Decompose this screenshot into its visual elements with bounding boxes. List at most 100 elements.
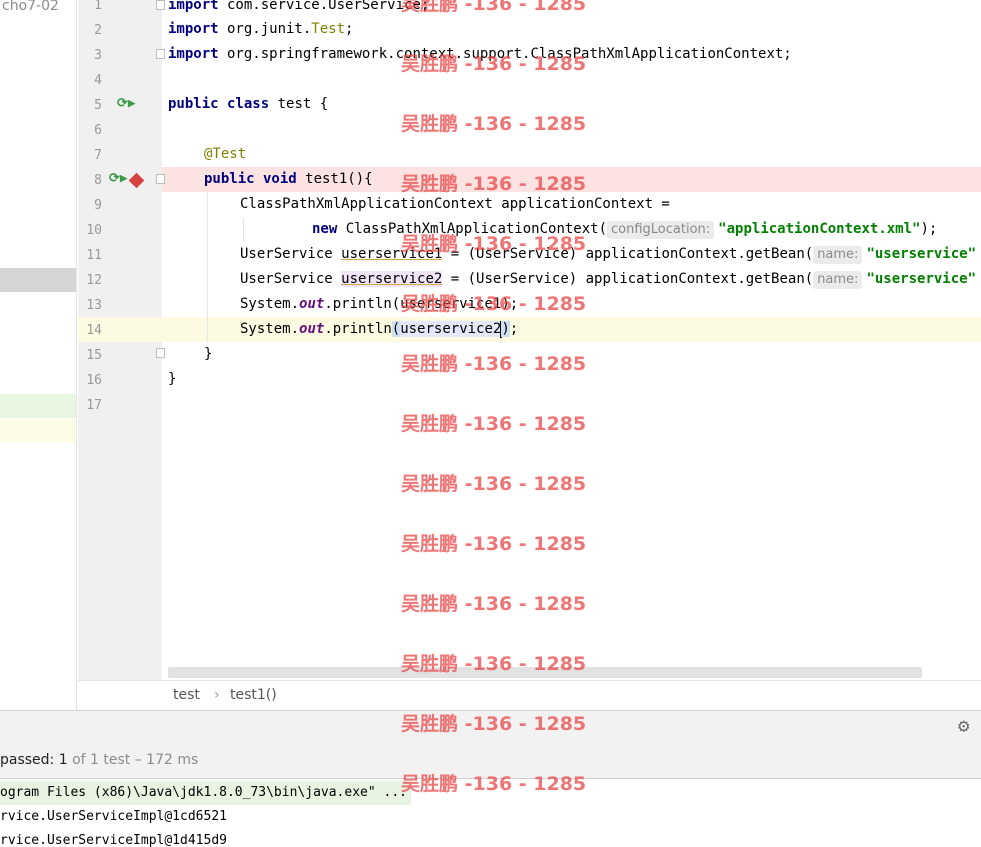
line-number: 15 [86, 348, 102, 363]
line-number: 12 [86, 273, 102, 288]
keyword: public void [204, 171, 297, 187]
code-line-3[interactable]: import org.springframework.context.suppo… [168, 42, 792, 67]
keyword: public class [168, 96, 270, 112]
test-status-detail: of 1 test – 172 ms [67, 752, 199, 768]
line-number: 1 [94, 0, 102, 13]
project-panel: cho7-02 [0, 0, 77, 710]
line-number: 6 [94, 123, 102, 138]
code-text: ); [920, 221, 938, 237]
line-number: 16 [86, 373, 102, 388]
code-text: } [168, 371, 177, 387]
line-number: 9 [94, 198, 102, 213]
console-line: rvice.UserServiceImpl@1cd6521 [0, 809, 227, 824]
code-text: ; [345, 21, 354, 37]
line-number: 11 [86, 248, 102, 263]
code-line-7[interactable]: @Test [204, 142, 246, 167]
code-line-16[interactable]: } [168, 367, 176, 392]
code-text: org.springframework.context.support.Clas… [218, 46, 792, 62]
breadcrumb-separator: › [214, 687, 220, 703]
code-text: .println [324, 321, 392, 337]
code-text: System. [240, 321, 300, 337]
console-line-command: ogram Files (x86)\Java\jdk1.8.0_73\bin\j… [0, 781, 411, 805]
line-number: 13 [86, 298, 102, 313]
run-test-icon[interactable]: ⟳▶ [109, 171, 128, 187]
annotation-text: @Test [204, 146, 247, 162]
project-tree-item[interactable] [0, 394, 76, 418]
line-number: 8 [94, 173, 102, 188]
code-line-12[interactable]: UserService userservice2 = (UserService)… [240, 267, 976, 292]
code-text: UserService [240, 271, 342, 287]
line-number: 2 [94, 23, 102, 38]
project-tree-item-selected[interactable] [0, 268, 76, 292]
line-number: 7 [94, 148, 102, 163]
line-number: 14 [86, 323, 102, 338]
console-output[interactable]: ogram Files (x86)\Java\jdk1.8.0_73\bin\j… [0, 778, 981, 847]
line-number: 10 [86, 223, 102, 238]
keyword: import [168, 46, 219, 62]
variable-name-highlighted: userservice2 [341, 271, 443, 287]
code-text: UserService [240, 246, 342, 262]
annotation-text: Test [311, 21, 346, 37]
fold-icon[interactable] [156, 174, 165, 184]
matched-paren: ) [501, 321, 510, 337]
fold-icon[interactable] [156, 348, 165, 358]
code-text: .println(userservice1); [324, 296, 519, 312]
keyword: import [168, 0, 219, 13]
code-text: System. [240, 296, 300, 312]
code-text: test1(){ [296, 171, 373, 187]
fold-icon[interactable] [156, 49, 165, 59]
horizontal-scrollbar[interactable] [168, 667, 922, 678]
keyword: new [312, 221, 338, 237]
line-number: 5 [94, 98, 102, 113]
current-line-highlight [78, 317, 981, 342]
code-text: com.service.UserService; [218, 0, 430, 13]
code-text: org.junit. [218, 21, 312, 37]
code-text: = (UserService) applicationContext.getBe… [442, 271, 814, 287]
console-line: rvice.UserServiceImpl@1d415d9 [0, 833, 227, 847]
indent-guide [207, 192, 208, 342]
code-line-11[interactable]: UserService userservice1 = (UserService)… [240, 242, 976, 267]
keyword: import [168, 21, 219, 37]
static-field: out [299, 321, 325, 337]
string-literal: "applicationContext.xml" [718, 221, 921, 237]
code-text: } [204, 346, 213, 362]
variable-name: userservice1 [341, 246, 443, 262]
code-text: ClassPathXmlApplicationContext applicati… [240, 196, 670, 212]
project-name[interactable]: cho7-02 [2, 0, 59, 13]
string-literal: "userservice" [866, 271, 977, 287]
run-test-icon[interactable]: ⟳▶ [117, 96, 136, 112]
line-number: 4 [94, 73, 102, 88]
code-line-13[interactable]: System.out.println(userservice1); [240, 292, 518, 317]
code-text: test { [269, 96, 329, 112]
test-status-passed: passed: 1 [0, 752, 68, 768]
code-text: ClassPathXmlApplicationContext( [337, 221, 608, 237]
line-number: 3 [94, 48, 102, 63]
code-line-10[interactable]: new ClassPathXmlApplicationContext(confi… [312, 217, 937, 242]
parameter-hint: name: [813, 271, 863, 289]
line-number: 17 [86, 398, 102, 413]
breadcrumb-item-method[interactable]: test1() [230, 687, 277, 703]
code-line-2[interactable]: import org.junit.Test; [168, 17, 353, 42]
code-text: ; [509, 321, 519, 337]
matched-paren: ( [391, 321, 401, 337]
parameter-hint: name: [813, 246, 863, 264]
fold-icon[interactable] [156, 0, 165, 10]
static-field: out [299, 296, 325, 312]
breadcrumb-item-class[interactable]: test [173, 687, 200, 703]
code-line-1[interactable]: import com.service.UserService; [168, 0, 429, 18]
test-status: passed: 1 of 1 test – 172 ms [0, 742, 981, 778]
project-tree-item[interactable] [0, 419, 76, 443]
code-line-15[interactable]: } [204, 342, 212, 367]
indent-guide [243, 218, 244, 242]
code-line-5[interactable]: public class test { [168, 92, 328, 117]
run-toolbar: ⚙ [0, 710, 981, 742]
code-line-9[interactable]: ClassPathXmlApplicationContext applicati… [240, 192, 670, 217]
gear-icon[interactable]: ⚙ [958, 717, 969, 736]
variable-usage: userservice2 [400, 321, 502, 337]
breadcrumb: test › test1() [78, 680, 981, 710]
parameter-hint: configLocation: [607, 221, 715, 239]
code-line-14[interactable]: System.out.println(userservice2); [240, 317, 518, 342]
string-literal: "userservice" [866, 246, 977, 262]
code-text: = (UserService) applicationContext.getBe… [442, 246, 814, 262]
code-line-8[interactable]: public void test1(){ [204, 167, 373, 192]
